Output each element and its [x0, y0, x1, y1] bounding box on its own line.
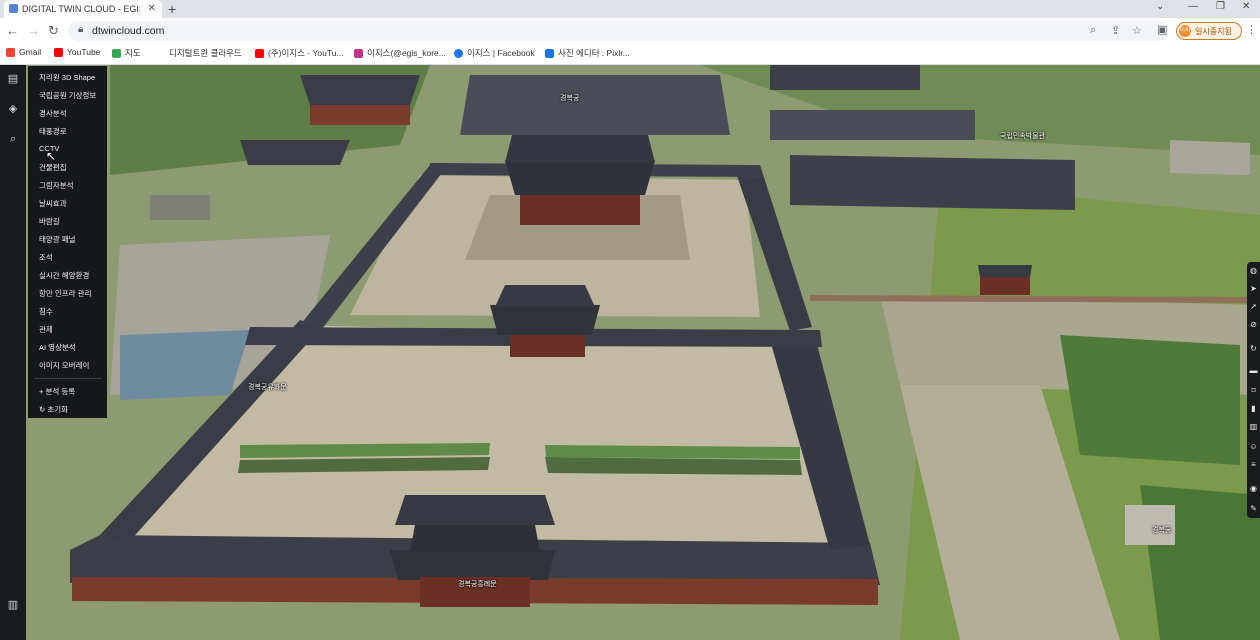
browser-tab[interactable]: DIGITAL TWIN CLOUD - EGISKO ✕	[4, 0, 162, 18]
tab-close-icon[interactable]: ✕	[148, 3, 156, 14]
right-tool-rail: ◍ ➤ ➚ ⊘ ↻ ▬ ⌑ ▮ ▥ ☺ ≡ ◉ ✎	[1247, 262, 1260, 518]
bookmark-facebook[interactable]: 이지스 | Facebook	[454, 47, 535, 59]
building-icon[interactable]: ▥	[1249, 422, 1258, 431]
profile-avatar: 이지	[1179, 25, 1191, 37]
menu-item-building-edit[interactable]: 건물편집	[39, 162, 67, 173]
browser-tab-strip: DIGITAL TWIN CLOUD - EGISKO ✕ + ⌄ — ❐ ✕	[0, 0, 1260, 18]
area-icon[interactable]: ⌑	[1249, 386, 1258, 395]
map-label-right-building: 경복궁	[1152, 527, 1172, 534]
globe-icon[interactable]: ◍	[1249, 266, 1258, 275]
menu-item-slope[interactable]: 경사분석	[39, 108, 67, 119]
restore-icon[interactable]: ❐	[1216, 1, 1225, 12]
menu-item-control[interactable]: 관제	[39, 324, 53, 335]
tab-favicon-icon	[9, 4, 18, 13]
bookmark-pixlr[interactable]: 사진 에디터 : Pixlr...	[545, 47, 630, 59]
menu-item-park-weather[interactable]: 국립공원 기상정보	[39, 90, 96, 101]
zoom-icon[interactable]: ⌕	[1090, 24, 1096, 37]
pixlr-icon	[545, 48, 554, 58]
menu-item-wind[interactable]: 바람길	[39, 216, 60, 227]
menu-item-flood[interactable]: 침수	[39, 306, 53, 317]
map-label-gate-main: 경복궁흥례문	[458, 581, 497, 588]
compass-icon[interactable]: ⊘	[1249, 320, 1258, 329]
bookmark-egis-youtube[interactable]: (주)이지스 - YouTu...	[255, 47, 344, 59]
map-label-museum: 국립민속박물관	[1000, 133, 1046, 140]
pointer-icon[interactable]: ➤	[1249, 284, 1258, 293]
bookmark-star-icon[interactable]: ☆	[1132, 24, 1142, 37]
map-viewport[interactable]: 경복궁 국립민속박물관 경복궁유화문 경복궁흥례문 경복궁	[0, 65, 1260, 640]
facebook-icon	[454, 48, 463, 58]
ruler-icon[interactable]: ▬	[1249, 366, 1258, 375]
minimize-icon[interactable]: —	[1188, 1, 1198, 12]
menu-item-3d-shape[interactable]: 지리원 3D Shape	[39, 72, 95, 83]
browser-menu-icon[interactable]: ⋮	[1246, 23, 1257, 36]
menu-item-port[interactable]: 항만 인프라 관리	[39, 288, 91, 299]
analysis-panel-icon[interactable]: ▤	[6, 72, 20, 86]
palace-3d-scene	[0, 65, 1260, 640]
map-icon[interactable]: ▥	[6, 598, 20, 612]
add-analysis-button[interactable]: + 분석 등록	[39, 386, 75, 397]
bookmark-instagram[interactable]: 이지스(@egis_kore...	[354, 47, 446, 59]
reset-button[interactable]: ↻ 초기화	[39, 404, 68, 415]
bookmarks-bar: Gmail YouTube 지도 디지털트윈 클라우드 (주)이지스 - You…	[0, 44, 1260, 65]
layers-icon[interactable]: ◈	[6, 102, 20, 116]
lock-icon[interactable]: 🔒︎	[78, 24, 83, 35]
url-text[interactable]: dtwincloud.com	[92, 25, 164, 37]
forward-icon[interactable]: →	[27, 23, 40, 38]
new-tab-icon[interactable]: +	[168, 1, 176, 17]
bookmark-youtube[interactable]: YouTube	[54, 47, 100, 57]
search-icon[interactable]: ⌕	[6, 132, 20, 146]
map-label-palace-top: 경복궁	[560, 95, 580, 102]
share-icon[interactable]: ⇪	[1111, 24, 1120, 37]
address-bar[interactable]: 🔒︎ dtwincloud.com ⌕ ⇪ ☆	[68, 21, 1168, 41]
bookmark-maps[interactable]: 지도	[112, 47, 141, 59]
bookmark-digital-twin[interactable]: 디지털트윈 클라우드	[156, 47, 242, 59]
reload-icon[interactable]: ↻	[48, 23, 59, 39]
bookmark-gmail[interactable]: Gmail	[6, 47, 41, 57]
menu-item-weather-effect[interactable]: 날씨효과	[39, 198, 67, 209]
youtube-icon	[255, 48, 264, 58]
browser-toolbar: ← → ↻ 🔒︎ dtwincloud.com ⌕ ⇪ ☆ ▣ 이지 일시중지됨…	[0, 18, 1260, 44]
profile-pill[interactable]: 이지 일시중지됨	[1176, 22, 1242, 40]
left-tool-rail: ▤ ◈ ⌕ ▥	[0, 65, 26, 640]
maps-icon	[112, 48, 121, 58]
profile-status: 일시중지됨	[1195, 26, 1232, 36]
menu-divider	[34, 378, 102, 379]
filter-icon[interactable]: ≡	[1249, 460, 1258, 469]
navigate-icon[interactable]: ➚	[1249, 302, 1258, 311]
instagram-icon	[354, 48, 363, 58]
back-icon[interactable]: ←	[6, 23, 19, 38]
menu-item-typhoon[interactable]: 태풍경로	[39, 126, 67, 137]
menu-item-image-overlay[interactable]: 이미지 오버레이	[39, 360, 89, 371]
rotate-icon[interactable]: ↻	[1249, 344, 1258, 353]
tab-title: DIGITAL TWIN CLOUD - EGISKO	[22, 4, 140, 14]
camera-icon[interactable]: ◉	[1249, 484, 1258, 493]
gmail-icon	[6, 47, 15, 57]
side-panel-icon[interactable]: ▣	[1157, 23, 1167, 36]
edit-icon[interactable]: ✎	[1249, 504, 1258, 513]
menu-item-shadow[interactable]: 그림자분석	[39, 180, 74, 191]
menu-item-solar[interactable]: 태양광 패널	[39, 234, 76, 245]
mouse-cursor-icon: ↖	[46, 149, 57, 163]
menu-item-tide[interactable]: 조석	[39, 252, 53, 263]
analysis-menu: 지리원 3D Shape 국립공원 기상정보 경사분석 태풍경로 CCTV 건물…	[28, 66, 107, 418]
close-window-icon[interactable]: ✕	[1242, 1, 1250, 12]
height-icon[interactable]: ▮	[1249, 404, 1258, 413]
map-label-gate-left: 경복궁유화문	[248, 384, 287, 391]
youtube-icon	[54, 47, 63, 57]
person-icon[interactable]: ☺	[1249, 442, 1258, 451]
bookmark-icon	[156, 48, 165, 58]
menu-item-ai-video[interactable]: AI 영상분석	[39, 342, 76, 353]
menu-item-ocean[interactable]: 실시간 해양환경	[39, 270, 89, 281]
tab-search-icon[interactable]: ⌄	[1156, 1, 1164, 12]
